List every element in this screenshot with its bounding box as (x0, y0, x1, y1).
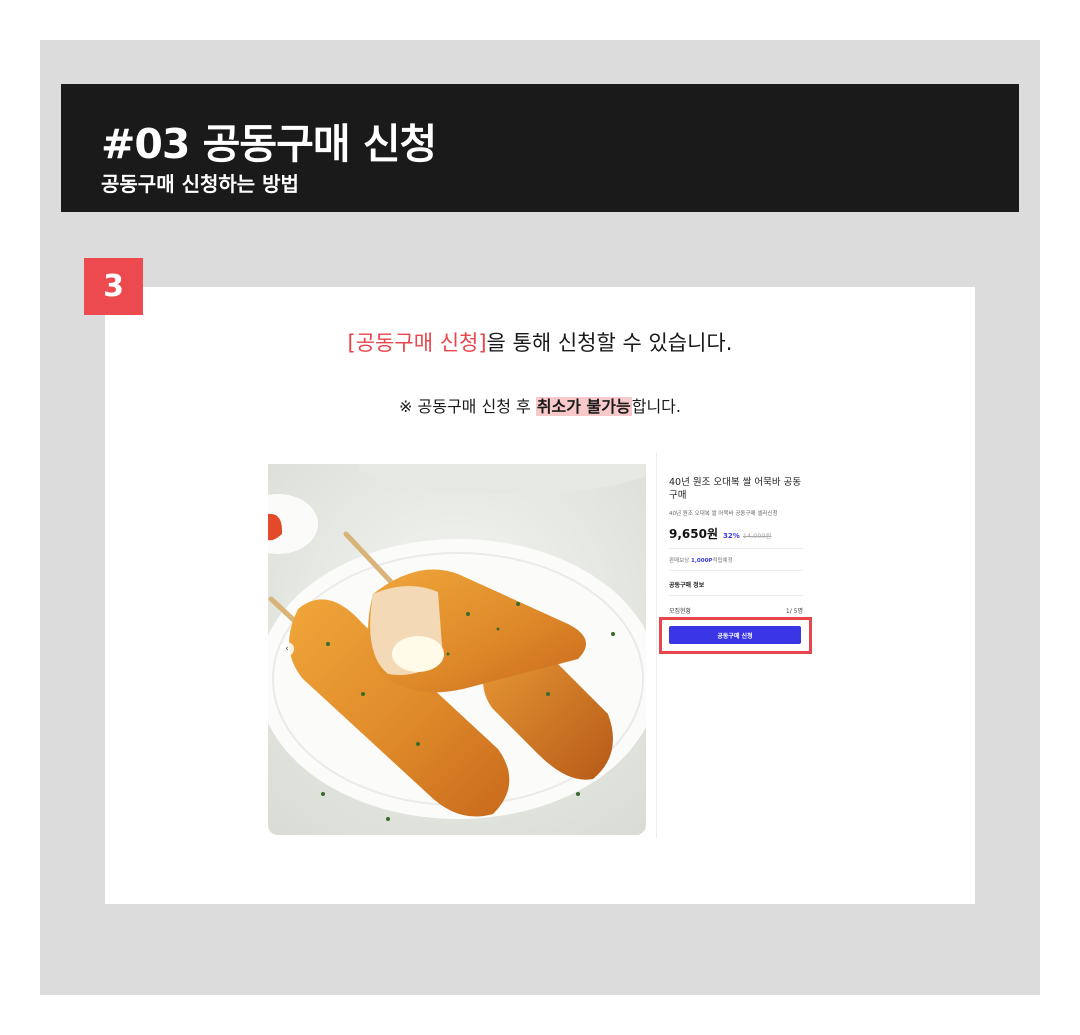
page-subtitle: 공동구매 신청하는 방법 (101, 172, 299, 196)
fishcake-photo (268, 464, 646, 835)
reward-label: 판매보상 (669, 558, 690, 564)
headline-highlight: [공동구매 신청] (347, 331, 487, 355)
chevron-left-icon[interactable]: ‹ (280, 642, 294, 656)
headline-text: 을 통해 신청할 수 있습니다. (486, 331, 733, 355)
reward-points: 1,000P (691, 558, 713, 564)
reward-suffix: 적립예정 (712, 558, 733, 564)
screenshot-panel: [공동구매 신청]을 통해 신청할 수 있습니다. ※ 공동구매 신청 후 취소… (105, 287, 975, 904)
guide-header: #03 공동구매 신청 공동구매 신청하는 방법 (61, 84, 1019, 212)
original-price: 14,000원 (742, 532, 772, 540)
step-badge: 3 (84, 258, 143, 315)
divider (669, 570, 803, 571)
notice-highlight: 취소가 불가능 (535, 397, 632, 416)
recruit-value: 1/ 5명 (785, 608, 803, 615)
notice-prefix: ※ 공동구매 신청 후 (399, 397, 536, 416)
notice-suffix: 합니다. (631, 397, 681, 416)
reward-row: 판매보상 1,000P적립예정 (669, 556, 803, 564)
divider (669, 595, 803, 596)
recruit-row: 모집현황 1/ 5명 (669, 606, 803, 615)
divider (669, 548, 803, 549)
recruit-label: 모집현황 (669, 608, 692, 615)
product-subtitle: 40년 원조 오대복 쌀 어묵바 공동구매 셀러신청 (669, 511, 778, 517)
product-image: ‹ (268, 464, 646, 835)
instruction-headline: [공동구매 신청]을 통해 신청할 수 있습니다. (105, 327, 975, 357)
product-price: 9,650원 (669, 527, 718, 541)
panel-divider (656, 453, 657, 838)
cancel-notice: ※ 공동구매 신청 후 취소가 불가능합니다. (105, 393, 975, 417)
page-title: #03 공동구매 신청 (101, 120, 437, 168)
section-label: 공동구매 정보 (669, 582, 705, 589)
product-title: 40년 원조 오대복 쌀 어묵바 공동구매 (669, 477, 802, 501)
apply-group-buy-button[interactable]: 공동구매 신청 (669, 626, 801, 644)
price-row: 9,650원 32% 14,000원 (669, 525, 803, 542)
product-info: 40년 원조 오대복 쌀 어묵바 공동구매 40년 원조 오대복 쌀 어묵바 공… (669, 476, 803, 615)
discount-rate: 32% (723, 532, 740, 540)
